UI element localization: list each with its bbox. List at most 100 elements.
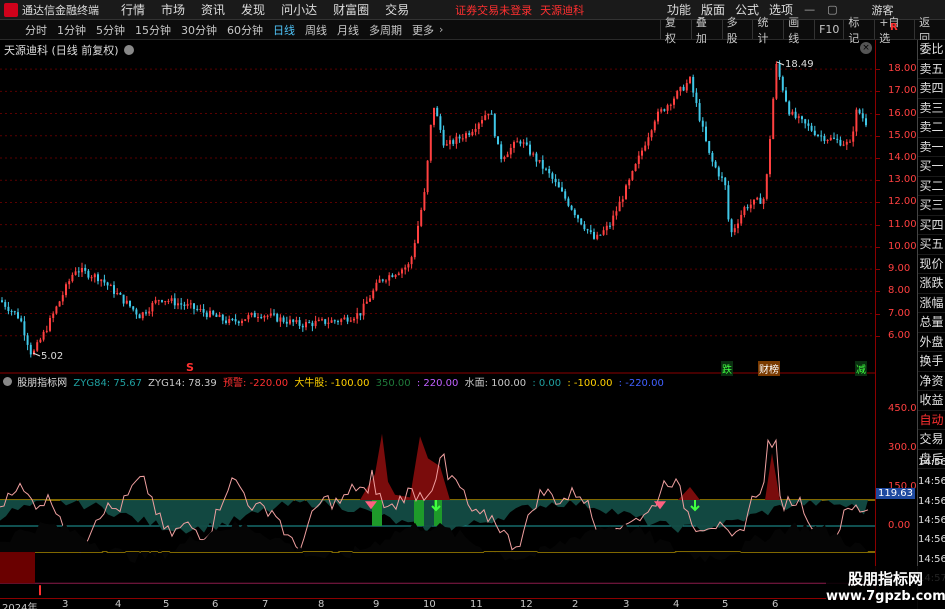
candle-body (717, 167, 720, 177)
date-tick: 3 (623, 599, 630, 609)
period-tab-min[interactable]: 分时 (20, 22, 52, 38)
chevron-right-icon[interactable]: › (439, 23, 443, 36)
sidebar-item[interactable]: 自动 (918, 411, 945, 430)
candle-body (829, 137, 832, 140)
sidebar-item[interactable]: 换手 (918, 352, 945, 372)
menu-market-quote[interactable]: 行情 (113, 1, 153, 18)
sidebar-item[interactable]: 委比 (918, 40, 945, 60)
sidebar-item[interactable]: 净资 (918, 372, 945, 391)
menu-market[interactable]: 市场 (153, 1, 193, 18)
candle-body (477, 123, 480, 129)
candle-body (557, 182, 560, 188)
period-tab-15m[interactable]: 15分钟 (130, 22, 176, 38)
candle-body (292, 319, 295, 323)
quote-sidebar: R 委比 卖五 卖四 卖三 卖二 卖一 买一 买二 买三 买四 买五 现价 涨跌 涨幅 总量 外盘 换手 净资 收益… (890, 22, 945, 609)
sidebar-item[interactable]: 卖五 (918, 60, 945, 79)
candle-body (129, 300, 131, 307)
candle-body (10, 310, 13, 312)
candle-body (561, 187, 563, 192)
candle-body (353, 318, 355, 321)
price-tick: 14.00 (888, 152, 917, 163)
sidebar-item[interactable]: 买二 (918, 177, 945, 196)
close-icon[interactable]: × (860, 42, 872, 54)
period-tab-30m[interactable]: 30分钟 (176, 22, 222, 38)
legend-neg100: : -100.00 (567, 378, 613, 389)
menu-fortune[interactable]: 财富圈 (325, 1, 377, 18)
candle-body (625, 185, 627, 200)
sidebar-item[interactable]: 现价 (918, 255, 945, 274)
candle-body (801, 116, 803, 120)
candle-body (634, 163, 637, 171)
period-tab-week[interactable]: 周线 (300, 22, 332, 38)
btn-mark[interactable]: 标记 (843, 16, 874, 45)
period-tab-multi[interactable]: 多周期 (364, 22, 407, 38)
candle-body (522, 142, 525, 144)
candle-body (394, 274, 397, 277)
sidebar-item[interactable]: 收益 (918, 391, 945, 411)
indicator-gear-icon[interactable] (3, 377, 12, 386)
sidebar-item[interactable]: 卖二 (918, 118, 945, 138)
period-tab-month[interactable]: 月线 (332, 22, 364, 38)
candle-body (474, 128, 477, 132)
candle-body (106, 282, 109, 286)
btn-f10[interactable]: F10 (814, 20, 843, 39)
sidebar-item[interactable]: 涨跌 (918, 274, 945, 294)
sidebar-r-badge: R (890, 22, 898, 33)
btn-multi-stock[interactable]: 多股 (721, 16, 753, 45)
date-tick: 5 (163, 599, 170, 609)
candle-body (570, 205, 573, 210)
btn-adjust[interactable]: 复权 (660, 16, 691, 45)
sidebar-item[interactable]: 买四 (918, 216, 945, 235)
candle-body (836, 138, 839, 140)
kline-chart[interactable] (0, 40, 875, 600)
candle-body (833, 137, 835, 139)
candle-body (701, 120, 704, 127)
menu-discover[interactable]: 发现 (233, 1, 273, 18)
btn-draw-line[interactable]: 画线 (783, 16, 814, 45)
sidebar-item[interactable]: 交易 (918, 430, 945, 450)
sidebar-item[interactable]: 涨幅 (918, 294, 945, 313)
price-tick: 8.00 (888, 285, 911, 297)
gear-icon[interactable] (124, 45, 135, 55)
tick-mark (876, 69, 880, 71)
candle-body (375, 282, 378, 291)
current-value-badge: 119.63 (876, 487, 915, 499)
app-title: 通达信金融终端 (22, 3, 99, 17)
candle-body (596, 234, 599, 239)
sidebar-item[interactable]: 总量 (918, 313, 945, 333)
menu-trade[interactable]: 交易 (377, 1, 417, 18)
sidebar-item[interactable]: 买三 (918, 196, 945, 216)
trade-login-notice[interactable]: 证券交易未登录 (455, 2, 532, 18)
candle-body (785, 90, 787, 102)
btn-overlay[interactable]: 叠加 (690, 16, 722, 45)
candle-body (87, 270, 90, 278)
btn-back[interactable]: 返回 (914, 16, 945, 45)
candle-body (231, 318, 234, 320)
candle-body (407, 264, 410, 268)
period-tab-1m[interactable]: 1分钟 (52, 22, 91, 38)
candle-body (234, 319, 237, 322)
candle-body (378, 279, 381, 283)
btn-stats[interactable]: 统计 (752, 16, 783, 45)
candle-body (145, 312, 147, 314)
period-tab-5m[interactable]: 5分钟 (91, 22, 130, 38)
sidebar-item[interactable]: 卖三 (918, 99, 945, 118)
restore-icon[interactable]: ▢ (827, 3, 837, 16)
candle-body (381, 279, 384, 281)
period-tab-more[interactable]: 更多 (407, 22, 439, 38)
sidebar-item[interactable]: 外盘 (918, 333, 945, 352)
sidebar-item[interactable]: 买五 (918, 235, 945, 255)
menu-news[interactable]: 资讯 (193, 1, 233, 18)
date-tick: 11 (470, 599, 483, 609)
candle-body (218, 314, 221, 317)
sidebar-item[interactable]: 卖一 (918, 138, 945, 157)
period-tab-day[interactable]: 日线 (268, 22, 300, 38)
candle-body (343, 317, 346, 320)
candle-body (122, 294, 125, 304)
sidebar-item[interactable]: 买一 (918, 157, 945, 177)
period-tab-60m[interactable]: 60分钟 (222, 22, 268, 38)
date-tick: 2 (572, 599, 579, 609)
indicator-name[interactable]: 股朋指标网 (17, 378, 67, 389)
sidebar-item[interactable]: 卖四 (918, 79, 945, 99)
menu-ask[interactable]: 问小达 (273, 1, 325, 18)
